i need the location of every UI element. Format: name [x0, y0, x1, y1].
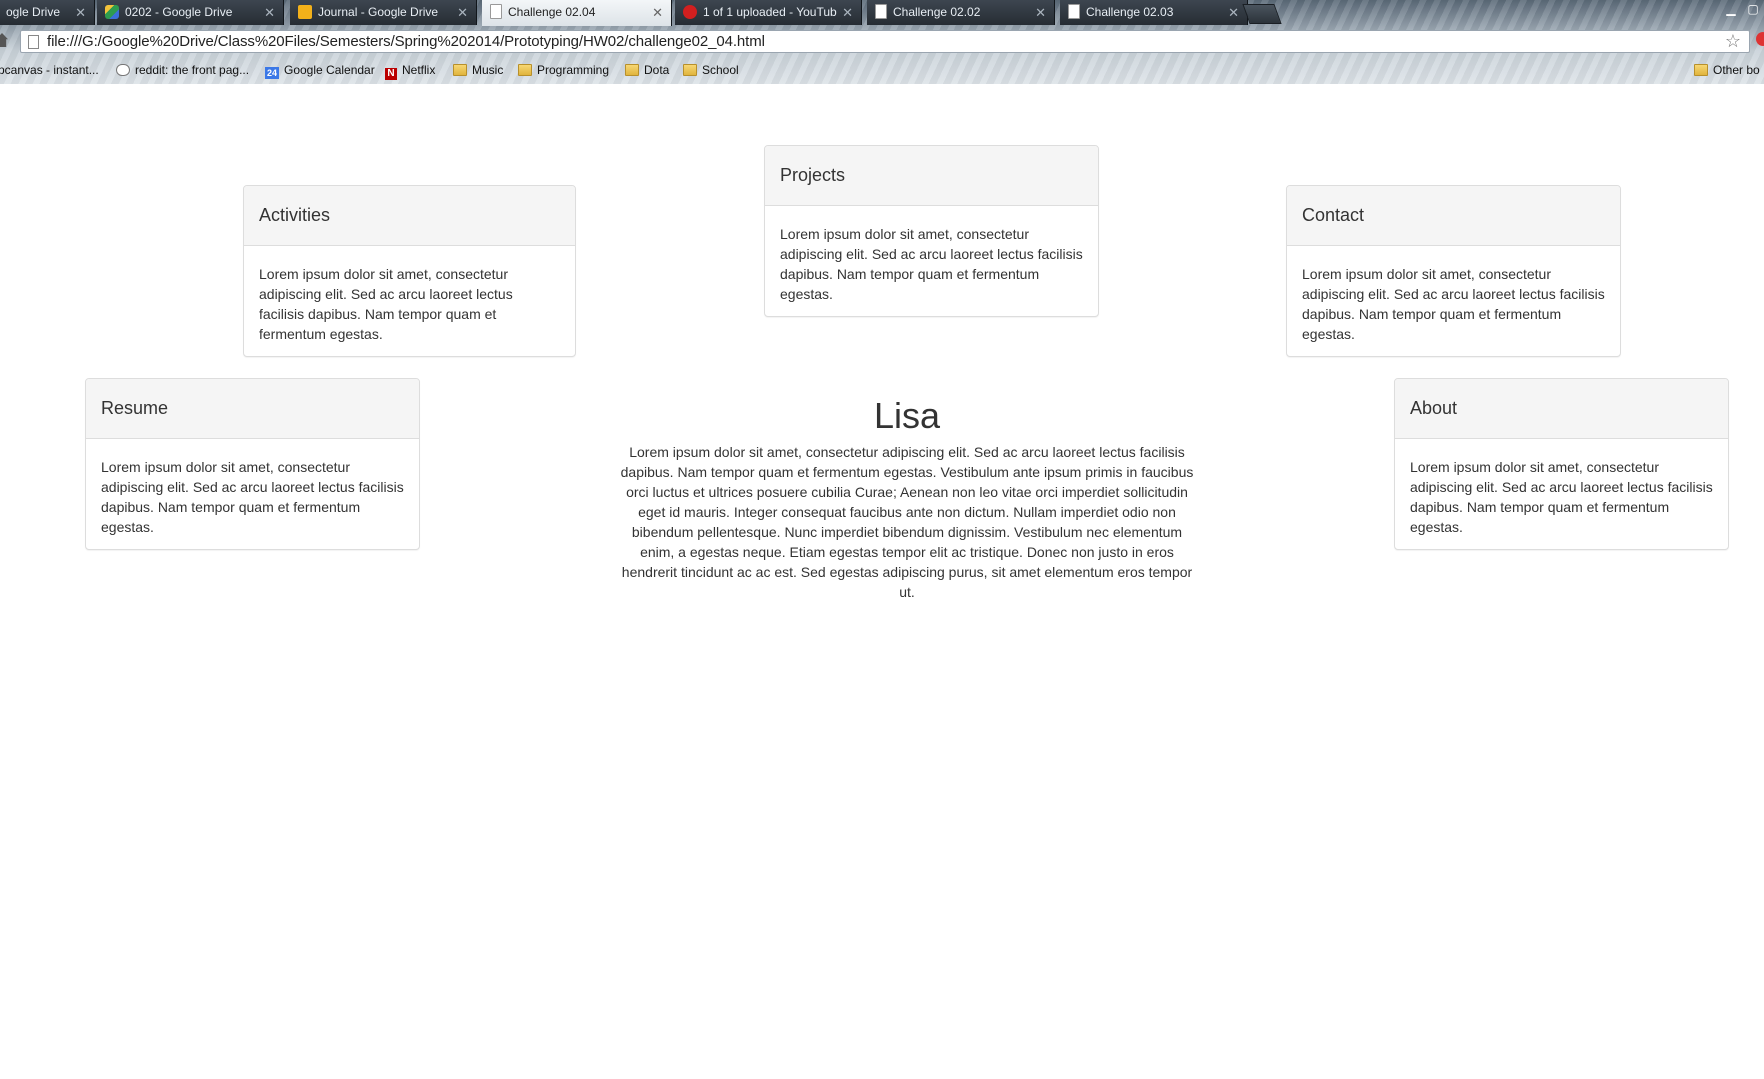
panel-title: Activities — [244, 186, 575, 246]
panel-body: Lorem ipsum dolor sit amet, consectetur … — [780, 226, 1083, 302]
netflix-icon: N — [385, 68, 397, 80]
home-icon[interactable] — [0, 33, 8, 47]
panel-body: Lorem ipsum dolor sit amet, consectetur … — [1302, 266, 1605, 342]
close-icon[interactable]: ✕ — [1035, 0, 1046, 25]
tab-label: Journal - Google Drive — [318, 5, 439, 19]
hero-text: Lorem ipsum dolor sit amet, consectetur … — [620, 444, 1194, 600]
tab-label: Challenge 02.03 — [1086, 5, 1174, 19]
restore-icon[interactable]: ▢ — [1742, 1, 1764, 19]
folder-icon — [683, 64, 697, 76]
hero-section: Lisa Lorem ipsum dolor sit amet, consect… — [620, 394, 1194, 602]
tab-journal-google-drive[interactable]: Journal - Google Drive ✕ — [290, 0, 477, 25]
tab-challenge-02-03[interactable]: Challenge 02.03 ✕ — [1060, 0, 1248, 25]
address-bar[interactable]: file:///G:/Google%20Drive/Class%20Files/… — [20, 30, 1750, 53]
page-icon — [875, 4, 887, 19]
folder-icon — [453, 64, 467, 76]
page-icon — [1068, 4, 1080, 19]
google-slides-icon — [298, 5, 312, 19]
tab-label: 1 of 1 uploaded - YouTub — [703, 5, 837, 19]
close-icon[interactable]: ✕ — [75, 0, 86, 25]
bookmark-label: School — [702, 63, 739, 77]
tab-0202-google-drive[interactable]: 0202 - Google Drive ✕ — [97, 0, 284, 25]
bookmark-folder-dota[interactable]: Dota — [625, 59, 669, 83]
close-icon[interactable]: ✕ — [842, 0, 853, 25]
bookmark-label: Dota — [644, 63, 670, 77]
folder-icon — [518, 64, 532, 76]
bookmark-label: Programming — [537, 63, 610, 77]
window-controls: ▁ ▢ — [1720, 0, 1764, 20]
tab-strip: ogle Drive ✕ 0202 - Google Drive ✕ Journ… — [0, 0, 1764, 26]
panel-body: Lorem ipsum dolor sit amet, consectetur … — [1410, 459, 1713, 535]
url-text[interactable]: file:///G:/Google%20Drive/Class%20Files/… — [47, 31, 765, 52]
bookmark-label: reddit: the front pag... — [135, 63, 250, 77]
panel-resume: Resume Lorem ipsum dolor sit amet, conse… — [85, 378, 420, 550]
panel-activities: Activities Lorem ipsum dolor sit amet, c… — [243, 185, 576, 357]
tab-youtube-upload[interactable]: 1 of 1 uploaded - YouTub ✕ — [675, 0, 862, 25]
close-icon[interactable]: ✕ — [264, 0, 275, 25]
close-icon[interactable]: ✕ — [457, 0, 468, 25]
panel-title: Contact — [1287, 186, 1620, 246]
tab-google-drive[interactable]: ogle Drive ✕ — [0, 0, 95, 25]
youtube-icon — [683, 5, 697, 19]
bookmark-google-calendar[interactable]: 24 Google Calendar — [265, 59, 375, 83]
bookmark-folder-music[interactable]: Music — [453, 59, 503, 83]
page-icon — [490, 4, 502, 19]
tab-challenge-02-02[interactable]: Challenge 02.02 ✕ — [867, 0, 1055, 25]
panel-about: About Lorem ipsum dolor sit amet, consec… — [1394, 378, 1729, 550]
bookmark-label: Music — [472, 63, 504, 77]
panel-title: Projects — [765, 146, 1098, 206]
folder-icon — [1694, 64, 1708, 76]
tab-challenge-02-04[interactable]: Challenge 02.04 ✕ — [482, 0, 672, 26]
toolbar: file:///G:/Google%20Drive/Class%20Files/… — [0, 26, 1764, 58]
close-icon[interactable]: ✕ — [1228, 0, 1239, 25]
tab-label: ogle Drive — [6, 5, 61, 19]
new-tab-button[interactable] — [1242, 4, 1282, 24]
bookmark-netflix[interactable]: N Netflix — [385, 59, 435, 83]
panel-contact: Contact Lorem ipsum dolor sit amet, cons… — [1286, 185, 1621, 357]
panel-body: Lorem ipsum dolor sit amet, consectetur … — [101, 459, 404, 535]
bookmark-label: pcanvas - instant... — [0, 63, 99, 77]
tab-label: Challenge 02.02 — [893, 5, 981, 19]
extension-icon[interactable] — [1756, 32, 1764, 46]
calendar-icon: 24 — [265, 67, 279, 79]
browser-chrome: ogle Drive ✕ 0202 - Google Drive ✕ Journ… — [0, 0, 1764, 84]
bookmark-folder-school[interactable]: School — [683, 59, 739, 83]
bookmark-other-bookmarks[interactable]: Other bo — [1694, 59, 1760, 83]
bookmark-folder-programming[interactable]: Programming — [518, 59, 609, 83]
bookmark-reddit[interactable]: reddit: the front pag... — [116, 59, 249, 83]
hero-name: Lisa — [873, 395, 941, 436]
tab-label: Challenge 02.04 — [508, 5, 596, 19]
panel-title: About — [1395, 379, 1728, 439]
google-drive-icon — [105, 5, 119, 19]
minimize-icon[interactable]: ▁ — [1720, 1, 1742, 19]
bookmark-star-icon[interactable]: ☆ — [1725, 31, 1741, 52]
close-icon[interactable]: ✕ — [652, 0, 663, 25]
panel-projects: Projects Lorem ipsum dolor sit amet, con… — [764, 145, 1099, 317]
bookmark-label: Google Calendar — [284, 63, 375, 77]
page-icon — [28, 35, 39, 49]
panel-title: Resume — [86, 379, 419, 439]
tab-label: 0202 - Google Drive — [125, 5, 233, 19]
bookmark-label: Netflix — [402, 63, 436, 77]
bookmarks-bar: pcanvas - instant... reddit: the front p… — [0, 59, 1764, 83]
bookmark-label: Other bo — [1713, 63, 1760, 77]
panel-body: Lorem ipsum dolor sit amet, consectetur … — [259, 266, 513, 342]
reddit-icon — [116, 64, 130, 76]
folder-icon — [625, 64, 639, 76]
bookmark-pcanvas[interactable]: pcanvas - instant... — [0, 59, 99, 83]
